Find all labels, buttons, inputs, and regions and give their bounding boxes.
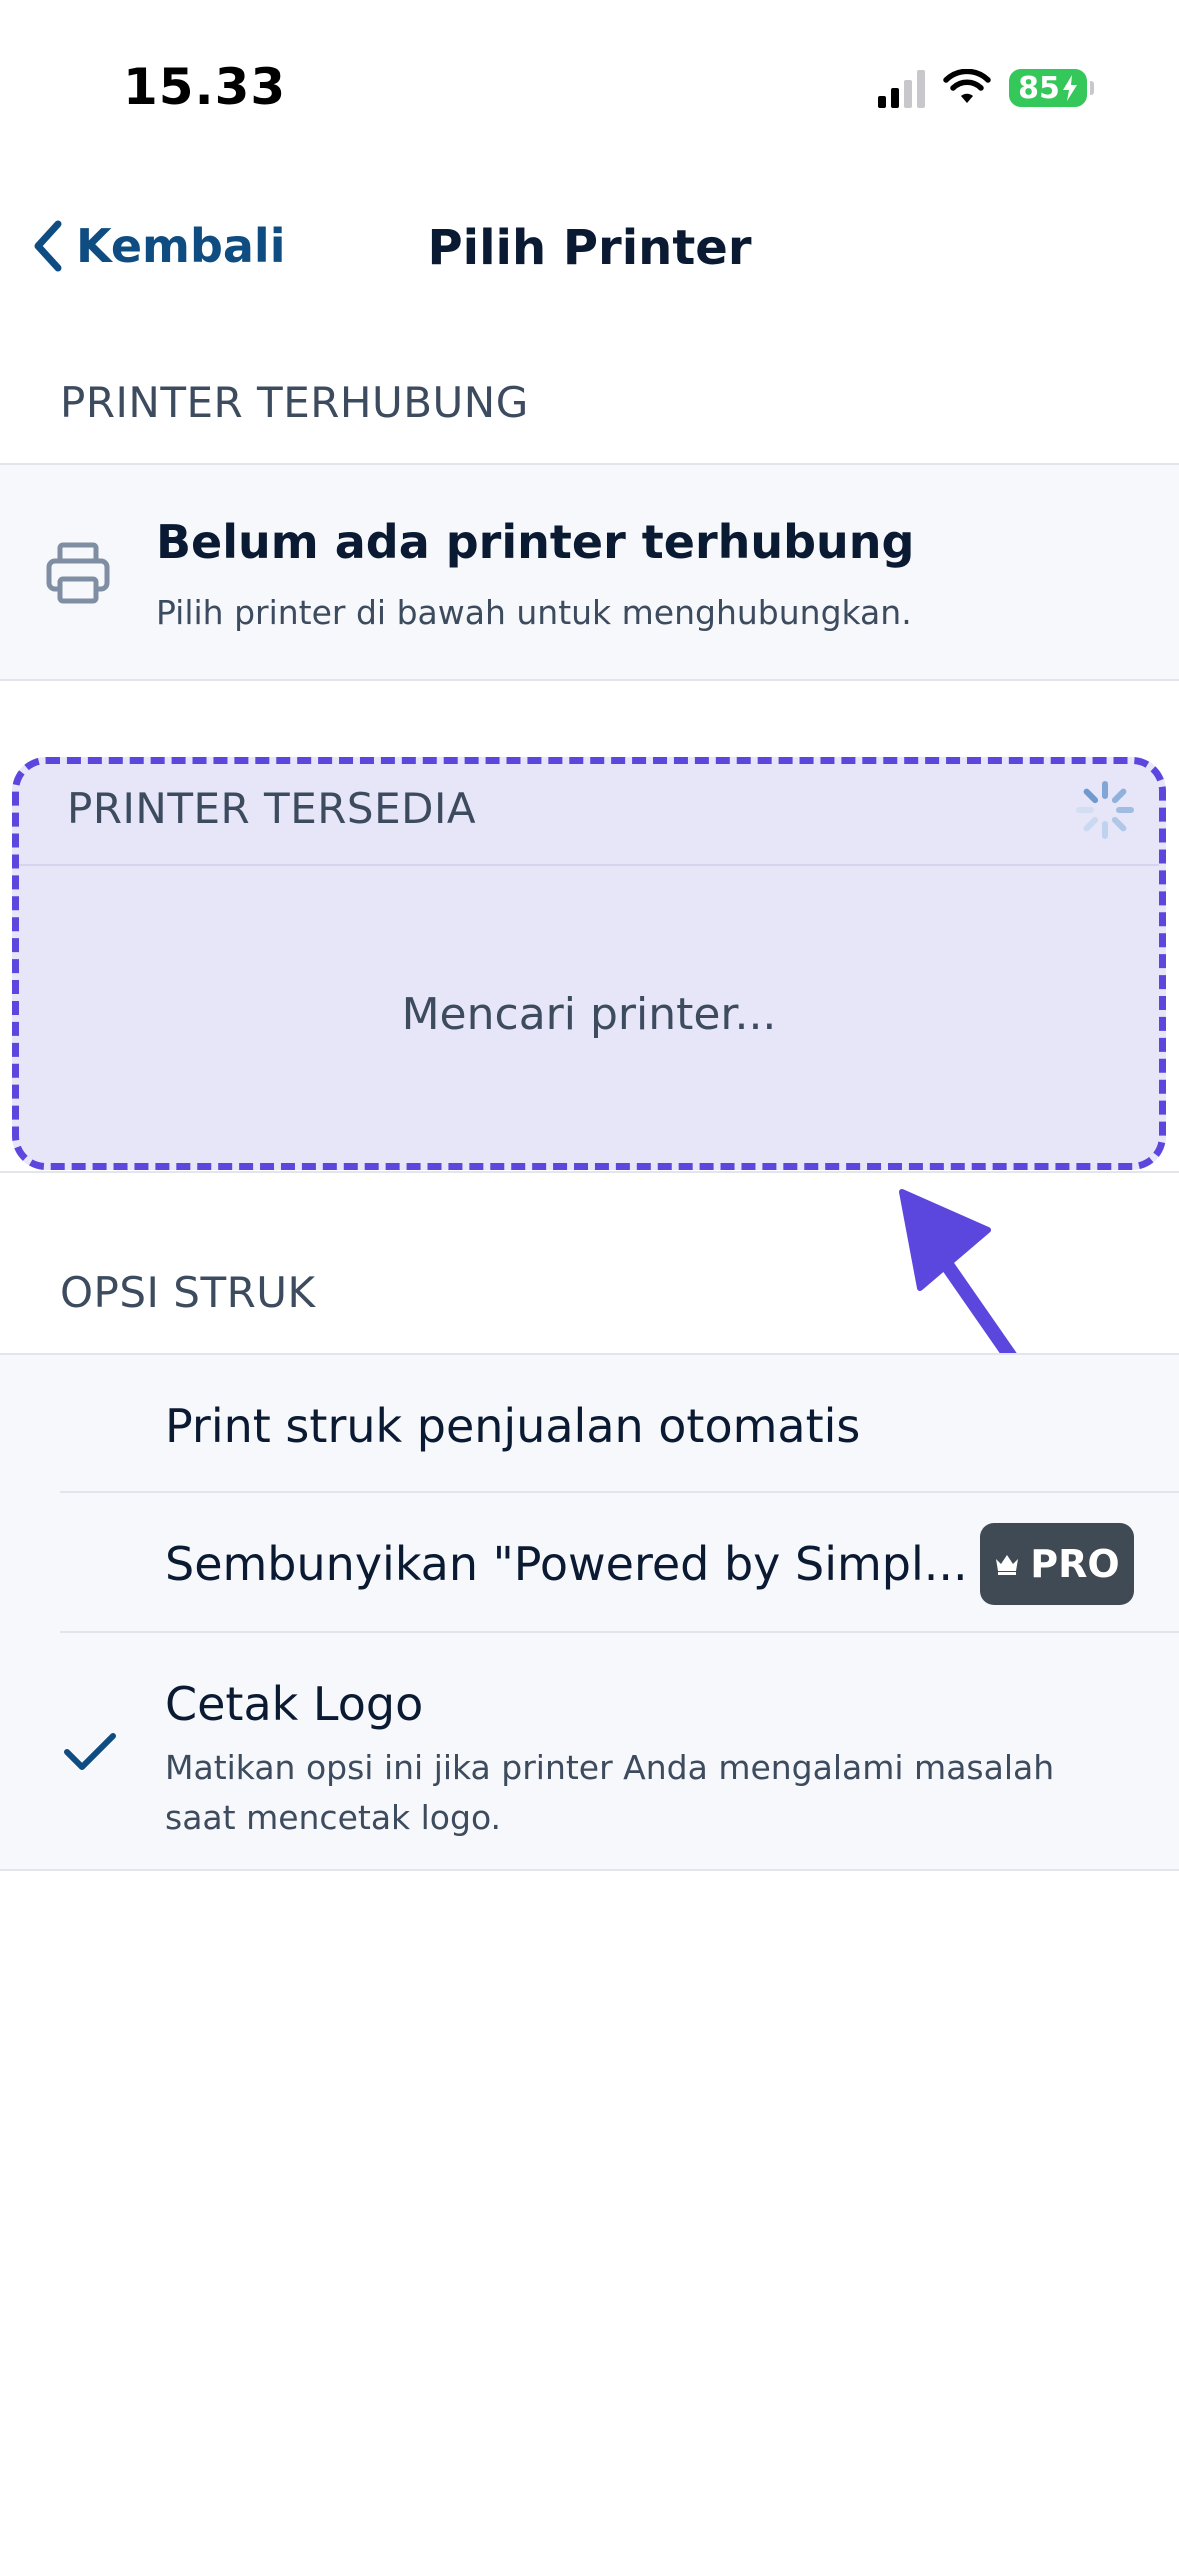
option-auto-print[interactable]: Print struk penjualan otomatis [0,1355,1179,1491]
available-printers-panel: PRINTER TERSEDIA Mencari printer... [12,757,1166,1170]
available-bottom-border [0,1171,1179,1173]
section-header-available: PRINTER TERSEDIA [67,784,477,833]
section-header-options: OPSI STRUK [60,1268,316,1317]
option-print-logo-label: Cetak Logo [165,1677,424,1731]
charging-bolt-icon [1062,75,1077,101]
checkmark-icon [64,1733,116,1770]
battery-level: 85 [1018,70,1060,106]
option-print-logo[interactable]: Cetak Logo Matikan opsi ini jika printer… [0,1633,1179,1869]
connected-printer-panel: Belum ada printer terhubung Pilih printe… [0,463,1179,681]
cellular-signal-icon [878,68,925,108]
status-icons: 85 [878,64,1094,112]
pro-badge-label: PRO [1030,1542,1120,1586]
annotation-arrow-icon [899,1189,1020,1367]
loading-spinner-icon [1076,781,1134,839]
option-print-logo-description: Matikan opsi ini jika printer Anda menga… [165,1748,1055,1837]
status-time: 15.33 [123,58,287,116]
connected-printer-row[interactable]: Belum ada printer terhubung Pilih printe… [0,465,1179,679]
searching-status: Mencari printer... [401,989,777,1040]
crown-icon [996,1555,1019,1575]
screen: 15.33 85 Kembali Pilih Printer PRINTER T… [0,0,1179,2556]
option-auto-print-label: Print struk penjualan otomatis [165,1399,861,1453]
connected-printer-title: Belum ada printer terhubung [156,515,915,569]
wifi-icon [943,69,991,103]
available-divider [19,864,1159,866]
battery-icon: 85 [1009,69,1094,107]
back-label: Kembali [76,219,286,273]
back-button[interactable]: Kembali [30,218,285,274]
chevron-left-icon [34,220,62,272]
option-hide-powered-by-label: Sembunyikan "Powered by Simpl... [165,1537,968,1591]
section-header-connected: PRINTER TERHUBUNG [60,378,529,427]
pro-badge[interactable]: PRO [980,1523,1134,1605]
printer-icon [46,542,110,604]
connected-printer-subtitle: Pilih printer di bawah untuk menghubungk… [156,593,912,632]
